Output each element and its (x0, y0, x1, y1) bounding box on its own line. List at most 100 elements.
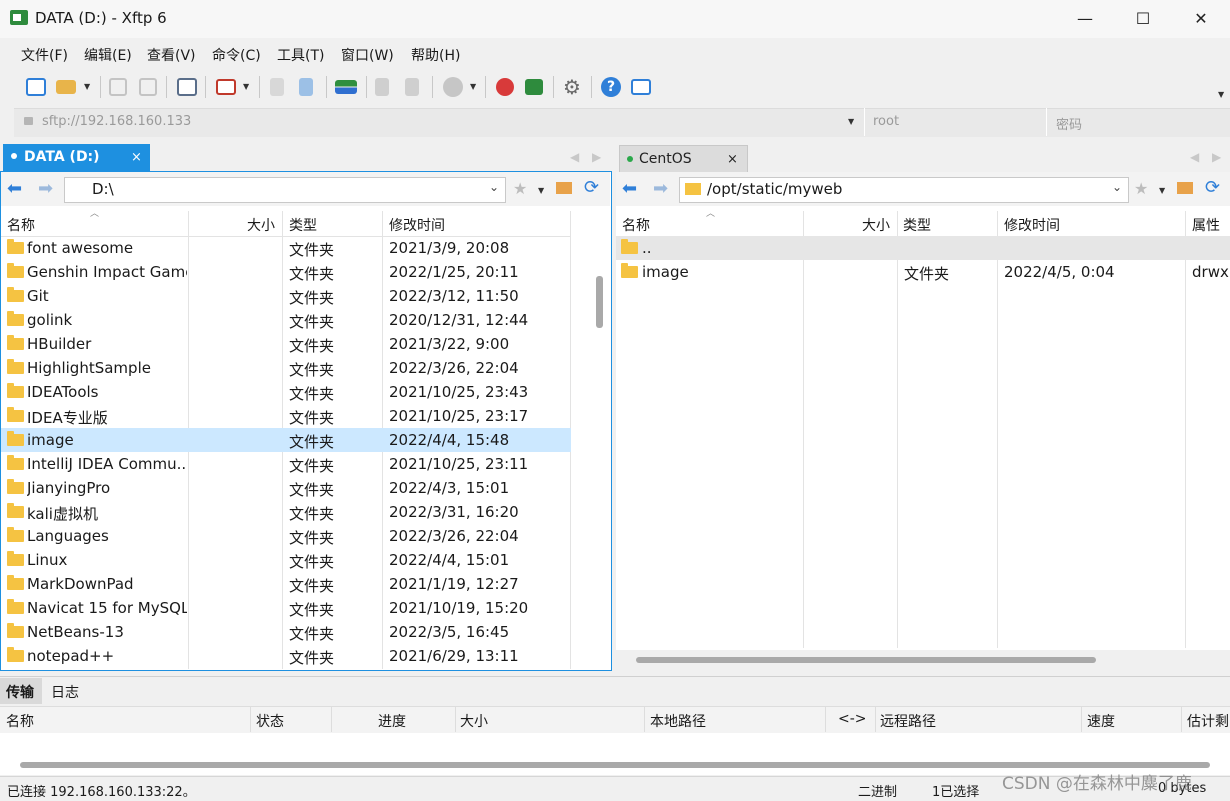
help-icon[interactable]: ? (601, 77, 621, 97)
tab-scroll-right-icon[interactable]: ▶ (1212, 150, 1221, 164)
favorite-dropdown-icon[interactable]: ▼ (1159, 186, 1165, 195)
table-row[interactable]: MarkDownPad 文件夹 2021/1/19, 12:27 (1, 572, 571, 596)
table-row[interactable]: IntelliJ IDEA Commu... 文件夹 2021/10/25, 23:… (1, 452, 571, 476)
col-type[interactable]: 类型 (903, 215, 931, 235)
menu-tools[interactable]: 工具(T) (277, 45, 324, 65)
xftp-new-window-icon[interactable] (525, 79, 543, 95)
menu-file[interactable]: 文件(F) (21, 45, 68, 65)
tab-scroll-right-icon[interactable]: ▶ (592, 150, 601, 164)
xcol-size[interactable]: 大小 (460, 711, 488, 731)
paste-icon[interactable] (405, 78, 419, 96)
remote-horizontal-scrollbar[interactable] (636, 657, 1096, 663)
table-row[interactable]: notepad++ 文件夹 2021/6/29, 13:11 (1, 644, 571, 668)
path-dropdown-icon[interactable]: ⌄ (1112, 180, 1122, 194)
open-dropdown-icon[interactable]: ▼ (84, 82, 90, 91)
password-input[interactable]: 密码 (1056, 114, 1082, 133)
col-size[interactable]: 大小 (862, 215, 890, 235)
favorite-star-icon[interactable]: ★ (1134, 179, 1148, 198)
table-row[interactable]: IDEA专业版 文件夹 2021/10/25, 23:17 (1, 404, 571, 428)
table-row[interactable]: IDEATools 文件夹 2021/10/25, 23:43 (1, 380, 571, 404)
table-row[interactable]: HighlightSample 文件夹 2022/3/26, 22:04 (1, 356, 571, 380)
tab-local-data[interactable]: DATA (D:) × (3, 144, 150, 172)
remote-path-input[interactable]: /opt/static/myweb ⌄ (679, 177, 1129, 203)
table-row[interactable]: Git 文件夹 2022/3/12, 11:50 (1, 284, 571, 308)
xcol-direction[interactable]: <-> (838, 711, 867, 727)
table-row[interactable]: Linux 文件夹 2022/4/4, 15:01 (1, 548, 571, 572)
tab-close-icon[interactable]: × (727, 152, 738, 167)
local-vertical-scrollbar[interactable] (596, 276, 603, 328)
table-row[interactable]: Genshin Impact Game 文件夹 2022/1/25, 20:11 (1, 260, 571, 284)
favorite-star-icon[interactable]: ★ (513, 179, 527, 198)
menu-edit[interactable]: 编辑(E) (84, 45, 132, 65)
xcol-local-path[interactable]: 本地路径 (650, 711, 706, 731)
menu-view[interactable]: 查看(V) (147, 45, 196, 65)
table-row[interactable]: golink 文件夹 2020/12/31, 12:44 (1, 308, 571, 332)
menu-help[interactable]: 帮助(H) (411, 45, 460, 65)
xcol-name[interactable]: 名称 (6, 711, 34, 731)
tab-close-icon[interactable]: × (131, 150, 142, 165)
new-session-icon[interactable] (26, 78, 46, 96)
menu-command[interactable]: 命令(C) (212, 45, 261, 65)
xcol-status[interactable]: 状态 (256, 711, 284, 731)
local-path-input[interactable]: D:\ ⌄ (64, 177, 506, 203)
table-row[interactable]: .. (616, 236, 1230, 260)
table-row[interactable]: NetBeans-13 文件夹 2022/3/5, 16:45 (1, 620, 571, 644)
upload-icon[interactable] (270, 78, 284, 96)
chat-icon[interactable] (631, 79, 651, 95)
table-row[interactable]: HBuilder 文件夹 2021/3/22, 9:00 (1, 332, 571, 356)
forward-arrow-icon[interactable]: ➡ (38, 178, 53, 199)
home-folder-icon[interactable] (1177, 182, 1193, 194)
transfer-dropdown-icon[interactable]: ▼ (243, 82, 249, 91)
username-input[interactable]: root (873, 114, 899, 129)
host-url-input[interactable]: sftp://192.168.160.133 (42, 114, 191, 129)
maximize-button[interactable]: ☐ (1114, 0, 1172, 38)
table-row[interactable]: image 文件夹 2022/4/5, 0:04 drwxr (616, 260, 1230, 284)
col-name[interactable]: 名称 (622, 215, 650, 235)
minimize-button[interactable]: — (1056, 0, 1114, 38)
refresh-icon[interactable]: ⟳ (584, 177, 599, 198)
tab-log[interactable]: 日志 (51, 682, 79, 702)
col-attributes[interactable]: 属性 (1192, 215, 1220, 235)
tab-transfers[interactable]: 传输 (0, 678, 42, 704)
forward-arrow-icon[interactable]: ➡ (653, 178, 668, 199)
table-row[interactable]: Navicat 15 for MySQL 文件夹 2021/10/19, 15:20 (1, 596, 571, 620)
sync-icon[interactable] (335, 80, 357, 94)
xcol-speed[interactable]: 速度 (1087, 711, 1115, 731)
transfer-window-icon[interactable] (216, 79, 236, 95)
toolbar-overflow-icon[interactable]: ▼ (1218, 90, 1224, 99)
open-folder-icon[interactable] (56, 80, 76, 94)
download-icon[interactable] (299, 78, 313, 96)
table-row[interactable]: JianyingPro 文件夹 2022/4/3, 15:01 (1, 476, 571, 500)
connect-icon[interactable] (109, 78, 127, 96)
transfer-horizontal-scrollbar[interactable] (20, 762, 1210, 768)
table-row[interactable]: image 文件夹 2022/4/4, 15:48 (1, 428, 571, 452)
session-properties-icon[interactable] (177, 78, 197, 96)
stop-icon[interactable] (443, 77, 463, 97)
tab-scroll-left-icon[interactable]: ◀ (1190, 150, 1199, 164)
home-folder-icon[interactable] (556, 182, 572, 194)
col-type[interactable]: 类型 (289, 215, 317, 235)
table-row[interactable]: font awesome 文件夹 2021/3/9, 20:08 (1, 236, 571, 260)
gear-icon[interactable]: ⚙ (563, 75, 585, 99)
tab-scroll-left-icon[interactable]: ◀ (570, 150, 579, 164)
copy-icon[interactable] (375, 78, 389, 96)
xshell-icon[interactable] (496, 78, 514, 96)
host-dropdown-icon[interactable]: ▼ (848, 117, 854, 126)
back-arrow-icon[interactable]: ⬅ (622, 178, 637, 199)
xcol-eta[interactable]: 估计剩 (1187, 711, 1229, 731)
favorite-dropdown-icon[interactable]: ▼ (538, 186, 544, 195)
tab-remote-centos[interactable]: CentOS × (619, 145, 748, 174)
refresh-icon[interactable]: ⟳ (1205, 177, 1220, 198)
close-window-button[interactable]: ✕ (1172, 0, 1230, 38)
col-modified[interactable]: 修改时间 (1004, 215, 1060, 235)
disconnect-icon[interactable] (139, 78, 157, 96)
menu-window[interactable]: 窗口(W) (341, 45, 394, 65)
table-row[interactable]: kali虚拟机 文件夹 2022/3/31, 16:20 (1, 500, 571, 524)
table-row[interactable]: Languages 文件夹 2022/3/26, 22:04 (1, 524, 571, 548)
back-arrow-icon[interactable]: ⬅ (7, 178, 22, 199)
col-name[interactable]: 名称 (7, 215, 35, 235)
xcol-remote-path[interactable]: 远程路径 (880, 711, 936, 731)
path-dropdown-icon[interactable]: ⌄ (489, 180, 499, 194)
status-transfer-mode[interactable]: 二进制 (858, 781, 897, 800)
col-size[interactable]: 大小 (247, 215, 275, 235)
